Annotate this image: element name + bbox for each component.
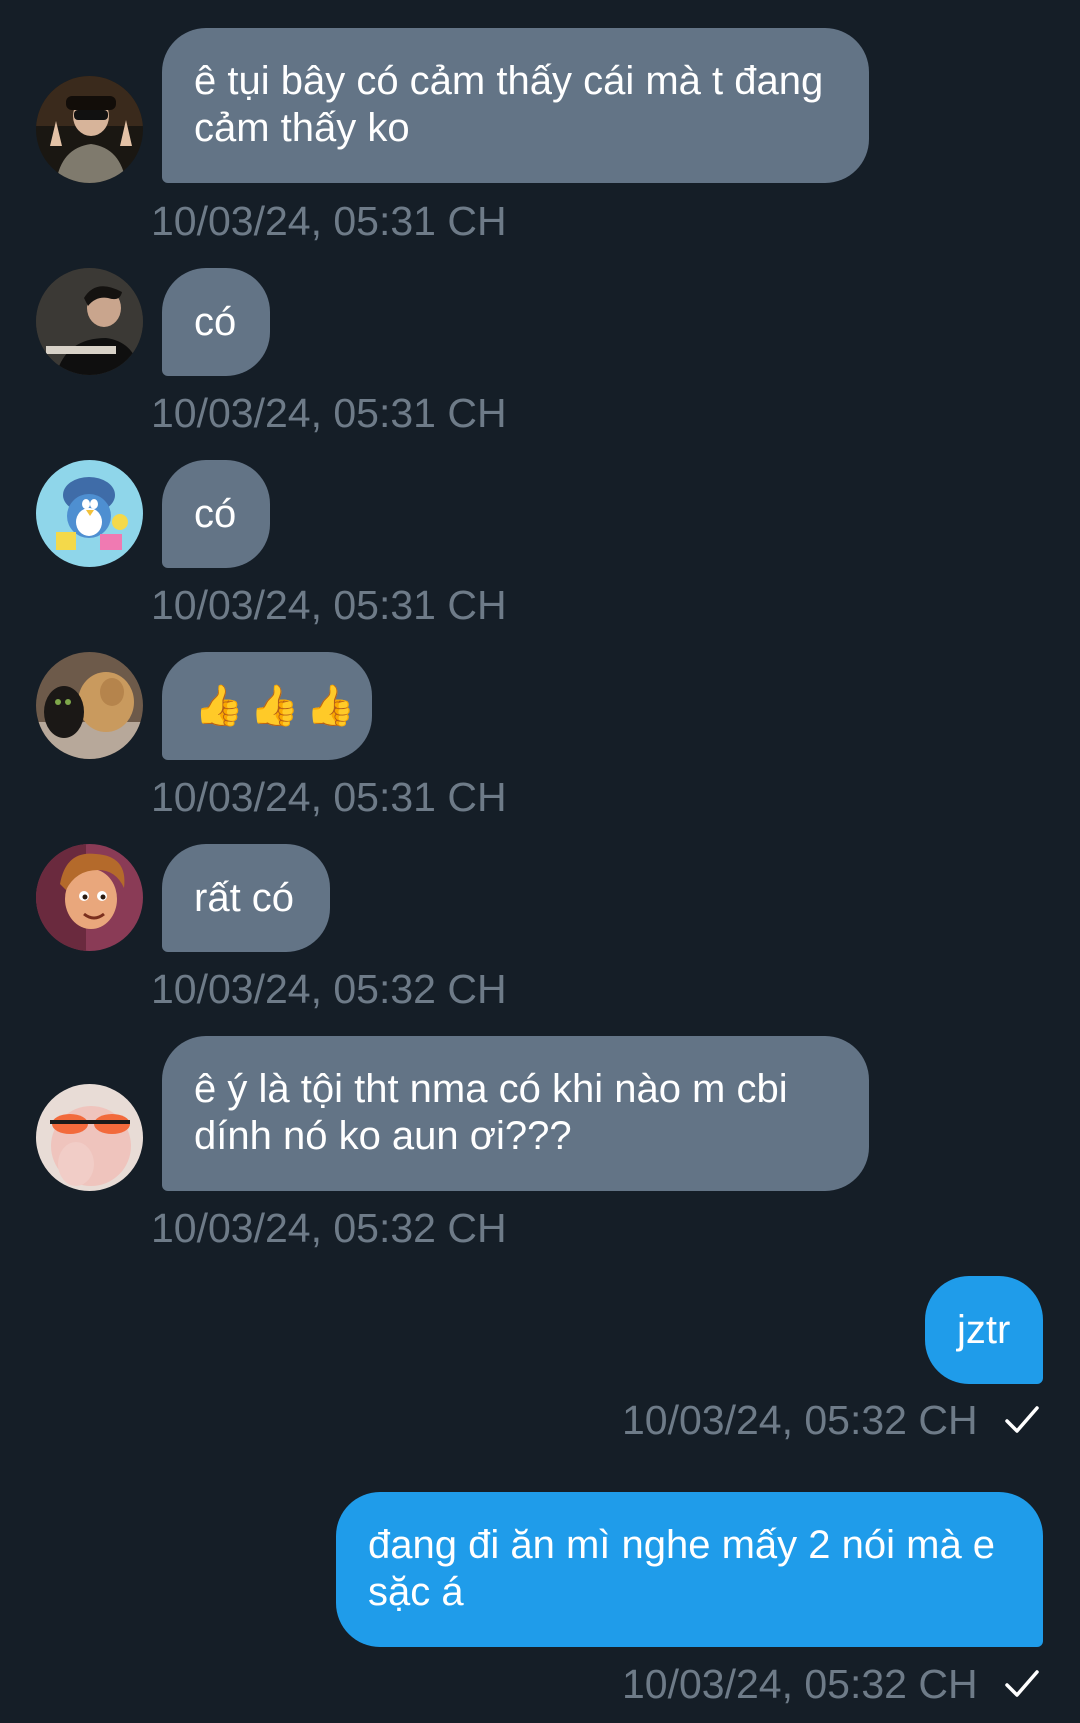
avatar[interactable]	[36, 652, 143, 759]
thumbs-up-icon: 👍	[249, 684, 300, 728]
message-timestamp: 10/03/24, 05:31 CH	[151, 198, 507, 244]
avatar[interactable]	[36, 76, 143, 183]
message-timestamp: 10/03/24, 05:32 CH	[151, 966, 507, 1012]
message-bubble[interactable]: ê tụi bây có cảm thấy cái mà t đang cảm …	[162, 28, 869, 183]
message-emoji-row: 👍 👍 👍	[194, 676, 355, 736]
message-bubble[interactable]: 👍 👍 👍	[162, 652, 372, 760]
message-text: ê tụi bây có cảm thấy cái mà t đang cảm …	[194, 59, 824, 150]
message-text: jztr	[957, 1308, 1011, 1352]
avatar[interactable]	[36, 460, 143, 567]
message-bubble[interactable]: rất có	[162, 844, 330, 952]
avatar[interactable]	[36, 268, 143, 375]
checkmark-icon	[1004, 1668, 1040, 1705]
avatar[interactable]	[36, 844, 143, 951]
message-text: ê ý là tội tht nma có khi nào m cbi dính…	[194, 1067, 788, 1158]
checkmark-icon	[1004, 1404, 1040, 1441]
chat-thread: ê tụi bây có cảm thấy cái mà t đang cảm …	[0, 0, 1080, 1723]
thumbs-up-icon: 👍	[305, 684, 356, 728]
message-bubble[interactable]: ê ý là tội tht nma có khi nào m cbi dính…	[162, 1036, 869, 1191]
message-text: rất có	[194, 876, 295, 920]
message-bubble[interactable]: đang đi ăn mì nghe mấy 2 nói mà e sặc á	[336, 1492, 1043, 1647]
message-text: có	[194, 492, 237, 536]
message-bubble[interactable]: jztr	[925, 1276, 1043, 1384]
message-timestamp: 10/03/24, 05:31 CH	[151, 390, 507, 436]
message-timestamp: 10/03/24, 05:31 CH	[151, 774, 507, 820]
message-bubble[interactable]: có	[162, 460, 270, 568]
message-timestamp: 10/03/24, 05:32 CH	[151, 1205, 507, 1251]
message-text: đang đi ăn mì nghe mấy 2 nói mà e sặc á	[368, 1523, 996, 1614]
message-bubble[interactable]: có	[162, 268, 270, 376]
message-text: có	[194, 300, 237, 344]
message-timestamp: 10/03/24, 05:32 CH	[622, 1397, 978, 1443]
message-timestamp: 10/03/24, 05:32 CH	[622, 1661, 978, 1707]
message-timestamp: 10/03/24, 05:31 CH	[151, 582, 507, 628]
avatar[interactable]	[36, 1084, 143, 1191]
thumbs-up-icon: 👍	[194, 684, 244, 728]
